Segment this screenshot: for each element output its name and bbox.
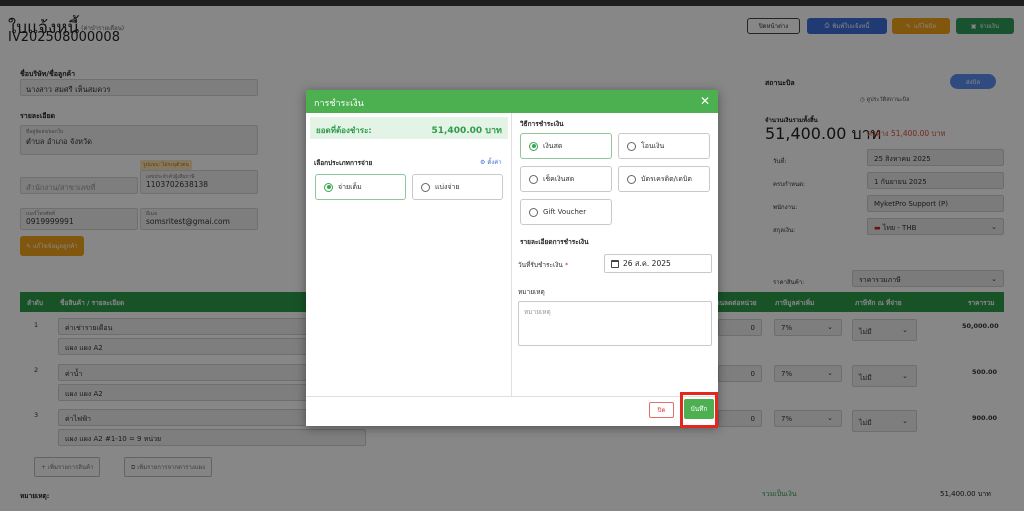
payment-modal: การชำระเงิน ✕ ยอดที่ต้องชำระ: 51,400.00 … <box>306 90 718 426</box>
payment-note-textarea[interactable]: หมายเหตุ <box>518 301 712 346</box>
method-cash[interactable]: เงินสด <box>520 133 612 159</box>
column-divider <box>511 113 512 396</box>
amount-due-label: ยอดที่ต้องชำระ: <box>316 126 372 135</box>
payment-method-title: วิธีการชำระเงิน <box>520 120 564 128</box>
settings-link[interactable]: ⚙ ตั้งค่า <box>480 157 502 167</box>
radio-checked-icon <box>324 182 333 192</box>
modal-header: การชำระเงิน ✕ <box>306 90 718 113</box>
radio-unchecked-icon <box>627 141 636 151</box>
calendar-icon <box>611 259 619 268</box>
radio-unchecked-icon <box>627 174 636 184</box>
payment-note-label: หมายเหตุ <box>518 288 545 296</box>
pay-type-title: เลือกประเภทการจ่าย <box>314 159 373 167</box>
pay-type-installment[interactable]: แบ่งจ่าย <box>412 174 503 200</box>
radio-unchecked-icon <box>529 174 538 184</box>
modal-title: การชำระเงิน <box>314 99 364 109</box>
payment-details-title: รายละเอียดการชำระเงิน <box>520 238 589 246</box>
radio-checked-icon <box>529 141 538 151</box>
pay-type-full[interactable]: จ่ายเต็ม <box>315 174 406 200</box>
radio-unchecked-icon <box>421 182 430 192</box>
radio-unchecked-icon <box>529 207 538 217</box>
modal-footer-divider <box>306 396 718 397</box>
method-transfer[interactable]: โอนเงิน <box>618 133 710 159</box>
cancel-button[interactable]: ปิด <box>649 402 674 418</box>
amount-due-value: 51,400.00 บาท <box>431 126 502 136</box>
method-gift-voucher[interactable]: Gift Voucher <box>520 199 612 225</box>
method-cheque[interactable]: เช็คเงินสด <box>520 166 612 192</box>
gear-icon: ⚙ <box>480 158 486 166</box>
method-card[interactable]: บัตรเครดิต/เดบิต <box>618 166 710 192</box>
amount-due-box: ยอดที่ต้องชำระ: 51,400.00 บาท <box>310 117 508 139</box>
payment-date-input[interactable]: 26 ส.ค. 2025 <box>604 254 712 273</box>
payment-date-label: วันที่รับชำระเงิน * <box>518 261 569 269</box>
close-icon[interactable]: ✕ <box>700 94 710 108</box>
required-mark: * <box>564 261 569 269</box>
save-button-highlight <box>680 392 718 428</box>
